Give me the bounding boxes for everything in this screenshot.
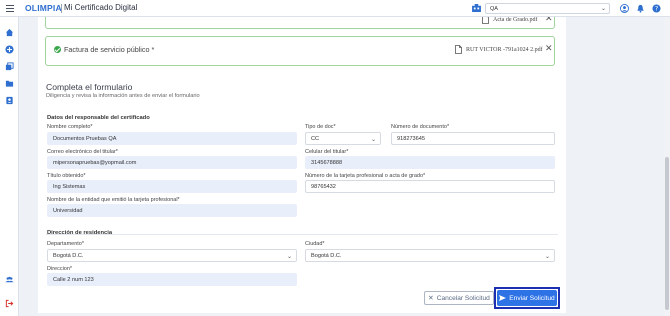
email-field[interactable]: mipersonapruebas@yopmail.com [47,156,297,169]
doc-number-field[interactable]: 918273645 [391,132,555,145]
city-select[interactable]: Bogotá D.C. ⌄ [305,249,555,262]
full-name-field[interactable]: Documentos Pruebas QA [47,132,297,145]
send-request-button[interactable]: Enviar Solicitud [497,290,557,306]
city-label: Ciudad* [305,241,325,247]
card-number-field[interactable]: 98765432 [305,180,555,193]
phone-field[interactable]: 3145678888 [305,156,555,169]
card-number-label: Número de la tarjeta profesional o acta … [305,173,426,179]
form-card: Acta de Grado.pdf ✕ Factura de servicio … [38,17,566,313]
email-value: mipersonapruebas@yopmail.com [53,160,137,166]
cancel-button-label: Cancelar Solicitud [436,294,490,302]
entity-label: Nombre de la entidad que emitió la tarje… [47,197,180,203]
svg-text:?: ? [655,6,658,13]
form-subtitle: Diligencia y revisa la información antes… [46,93,200,99]
degree-value: Ing Sistemas [53,184,86,190]
phone-label: Celular del titular* [305,149,349,155]
chevron-down-icon: ⌄ [544,254,550,260]
home-icon[interactable] [5,28,14,37]
environment-value: QA [490,6,498,12]
department-label: Departamento* [47,241,84,247]
close-icon[interactable]: ✕ [545,44,553,53]
file-icon [455,45,462,54]
chevron-down-icon: ⌄ [370,137,376,143]
logo: OLIMPIA [25,3,62,13]
full-name-value: Documentos Pruebas QA [53,136,117,142]
environment-select[interactable]: QA ⌄ [485,3,610,14]
logout-icon[interactable] [5,299,14,308]
address-label: Direccion* [47,266,73,272]
doc-number-value: 918273645 [397,136,425,142]
send-button-label: Enviar Solicitud [509,294,555,302]
email-label: Correo electrónico del titular* [47,149,118,155]
file-field-label: Factura de servicio público * [64,45,155,54]
uploaded-file-top: Acta de Grado.pdf ✕ [45,17,555,29]
entity-field[interactable]: Universidad [47,204,297,217]
users-group-icon[interactable] [5,275,14,284]
file-name: Acta de Grado.pdf [493,17,538,23]
degree-field[interactable]: Ing Sistemas [47,180,297,193]
app-title: Mi Certificado Digital [64,3,138,12]
doc-number-label: Número de documento* [391,124,450,130]
city-value: Bogotá D.C. [311,253,342,259]
chevron-down-icon: ⌄ [286,254,292,260]
help-circle-icon[interactable]: ? [652,4,661,13]
doc-type-label: Tipo de doc* [305,124,336,130]
logo-separator [61,4,62,13]
full-name-label: Nombre completo* [47,124,93,130]
degree-label: Título obtenido* [47,173,86,179]
department-select[interactable]: Bogotá D.C. ⌄ [47,249,297,262]
card-number-value: 98765432 [311,184,336,190]
building-icon [472,4,481,12]
sidebar [0,17,19,316]
entity-value: Universidad [53,208,83,214]
chevron-down-icon: ⌄ [600,6,606,12]
top-bar: OLIMPIA Mi Certificado Digital QA ⌄ ? [0,0,670,17]
check-circle-icon [54,46,61,53]
file-name: RUT VICTOR -791a1024 2.pdf [466,47,543,53]
menu-icon[interactable] [6,5,14,12]
doc-type-value: CC [311,136,320,142]
section-divider [46,234,558,235]
copy-icon[interactable] [5,62,14,71]
address-field[interactable]: Calle 2 num 123 [47,273,297,286]
phone-value: 3145678888 [311,160,343,166]
responsible-section-title: Datos del responsable del certificado [47,115,150,121]
close-icon: ✕ [428,295,434,302]
contact-card-icon[interactable] [5,96,14,105]
form-title: Completa el formulario [46,82,133,92]
close-icon[interactable]: ✕ [545,17,553,23]
address-value: Calle 2 num 123 [53,277,94,283]
folder-icon[interactable] [5,79,14,88]
bell-icon[interactable] [636,4,645,13]
uploaded-file-utility-bill: Factura de servicio público * RUT VICTOR… [45,36,555,66]
doc-type-select[interactable]: CC ⌄ [305,132,381,145]
user-circle-icon[interactable] [620,4,629,13]
add-circle-icon[interactable] [5,45,14,54]
department-value: Bogotá D.C. [53,253,84,259]
send-icon [499,295,507,301]
file-icon [482,17,489,24]
scrollbar-thumb[interactable] [665,157,669,310]
cancel-request-button[interactable]: ✕ Cancelar Solicitud [424,291,494,305]
residence-section-title: Dirección de residencia [47,230,113,236]
